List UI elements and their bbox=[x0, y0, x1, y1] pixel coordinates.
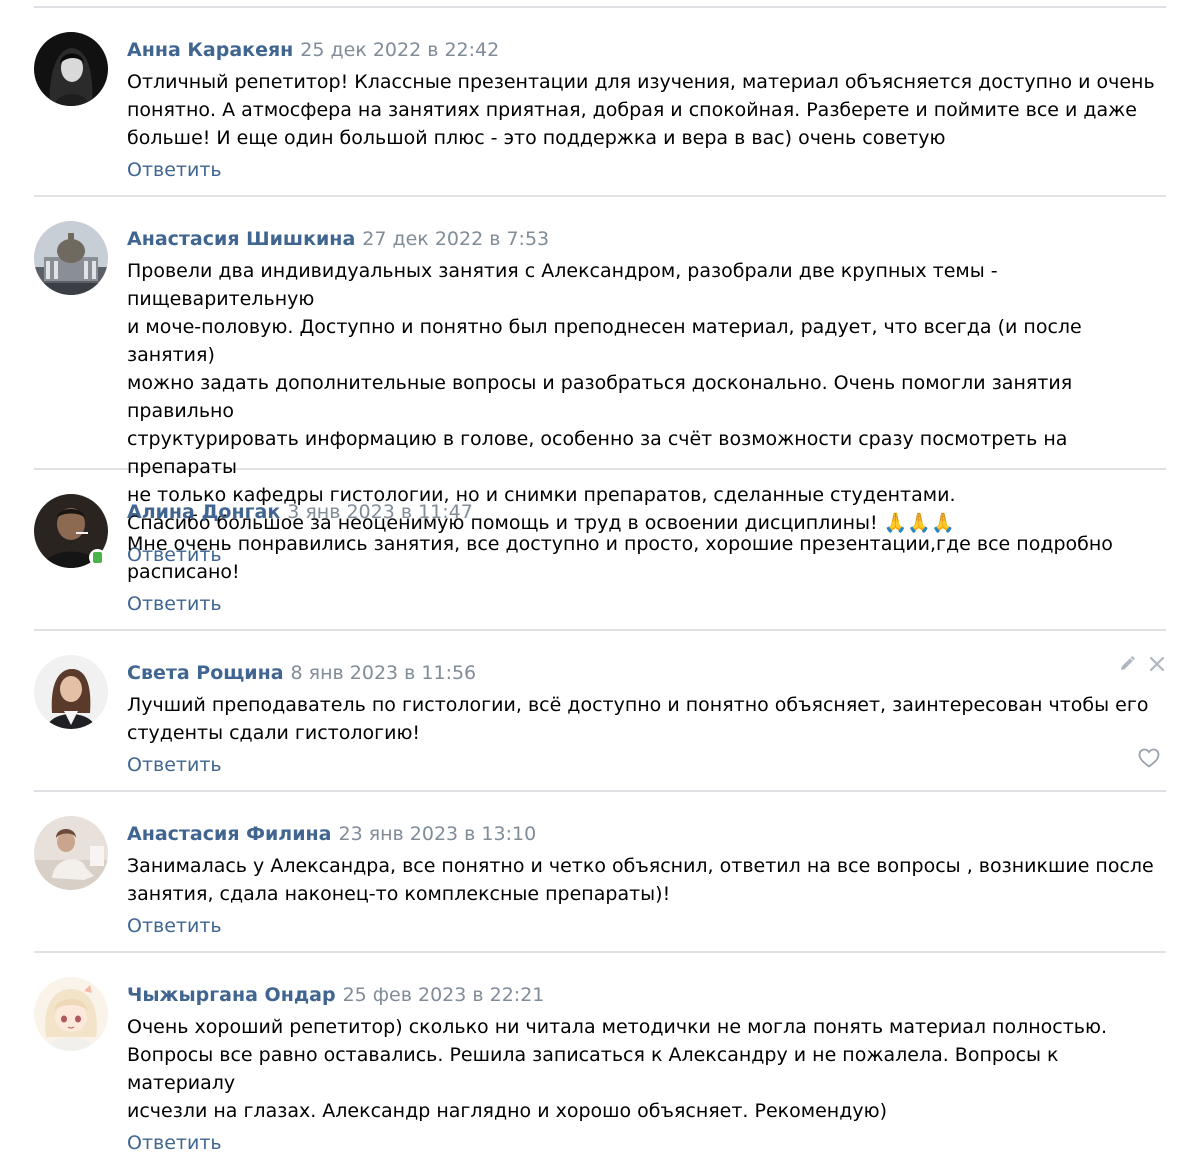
comment-header: Света Рощина 8 янв 2023 в 11:56 bbox=[127, 661, 1166, 685]
reply-link[interactable]: Ответить bbox=[127, 753, 222, 777]
comment-date[interactable]: 3 янв 2023 в 11:47 bbox=[287, 501, 473, 523]
author-link[interactable]: Чыжыргана Ондар bbox=[127, 984, 336, 1006]
comment-actions bbox=[1118, 653, 1166, 675]
comment-header: Алина Донгак 3 янв 2023 в 11:47 bbox=[127, 500, 1166, 524]
comments-list: Анна Каракеян 25 дек 2022 в 22:42 Отличны… bbox=[34, 0, 1166, 1154]
comment-body: Света Рощина 8 янв 2023 в 11:56 Лучший пр… bbox=[127, 661, 1166, 777]
comment-item: Анастасия Шишкина 27 дек 2022 в 7:53 Пров… bbox=[34, 197, 1166, 566]
comment-header: Анна Каракеян 25 дек 2022 в 22:42 bbox=[127, 38, 1166, 62]
comment-text: Занималась у Александра, все понятно и ч… bbox=[127, 855, 1154, 905]
reply-link[interactable]: Ответить bbox=[127, 158, 222, 182]
mobile-online-icon bbox=[89, 549, 106, 566]
comment-date[interactable]: 25 фев 2023 в 22:21 bbox=[343, 984, 545, 1006]
author-link[interactable]: Алина Донгак bbox=[127, 501, 280, 523]
comment-text: Отличный репетитор! Классные презентации… bbox=[127, 71, 1155, 149]
comment-header: Анастасия Филина 23 янв 2023 в 13:10 bbox=[127, 822, 1166, 846]
comment-text: Лучший преподаватель по гистологии, всё … bbox=[127, 694, 1149, 744]
author-link[interactable]: Анна Каракеян bbox=[127, 39, 293, 61]
author-link[interactable]: Анастасия Шишкина bbox=[127, 228, 355, 250]
comment-date[interactable]: 23 янв 2023 в 13:10 bbox=[338, 823, 536, 845]
edit-icon[interactable] bbox=[1118, 655, 1136, 673]
comment-item: Анна Каракеян 25 дек 2022 в 22:42 Отличны… bbox=[34, 8, 1166, 195]
comment-body: Анастасия Филина 23 янв 2023 в 13:10 Зани… bbox=[127, 822, 1166, 938]
author-link[interactable]: Света Рощина bbox=[127, 662, 284, 684]
avatar[interactable] bbox=[34, 221, 108, 295]
reply-link[interactable]: Ответить bbox=[127, 1131, 222, 1155]
comment-body: Алина Донгак 3 янв 2023 в 11:47 Мне очень… bbox=[127, 500, 1166, 616]
author-link[interactable]: Анастасия Филина bbox=[127, 823, 331, 845]
close-icon[interactable] bbox=[1148, 655, 1166, 673]
comment-item: Чыжыргана Ондар 25 фев 2023 в 22:21 Очень… bbox=[34, 953, 1166, 1154]
comment-item: Света Рощина 8 янв 2023 в 11:56 Лучший пр… bbox=[34, 631, 1166, 790]
reply-link[interactable]: Ответить bbox=[127, 592, 222, 616]
heart-icon[interactable] bbox=[1138, 748, 1160, 768]
avatar[interactable] bbox=[34, 977, 108, 1051]
comment-date[interactable]: 8 янв 2023 в 11:56 bbox=[291, 662, 477, 684]
comment-header: Анастасия Шишкина 27 дек 2022 в 7:53 bbox=[127, 227, 1166, 251]
avatar[interactable] bbox=[34, 655, 108, 729]
comment-text: Мне очень понравились занятия, все досту… bbox=[127, 533, 1113, 583]
comment-date[interactable]: 25 дек 2022 в 22:42 bbox=[300, 39, 499, 61]
comment-item: Анастасия Филина 23 янв 2023 в 13:10 Зани… bbox=[34, 792, 1166, 951]
comment-body: Анна Каракеян 25 дек 2022 в 22:42 Отличны… bbox=[127, 38, 1166, 182]
comment-header: Чыжыргана Ондар 25 фев 2023 в 22:21 bbox=[127, 983, 1166, 1007]
comment-date[interactable]: 27 дек 2022 в 7:53 bbox=[362, 228, 549, 250]
comment-text: Очень хороший репетитор) сколько ни чита… bbox=[127, 1016, 1108, 1122]
comment-body: Чыжыргана Ондар 25 фев 2023 в 22:21 Очень… bbox=[127, 983, 1166, 1155]
avatar[interactable] bbox=[34, 32, 108, 106]
comment-item: Алина Донгак 3 янв 2023 в 11:47 Мне очень… bbox=[34, 470, 1166, 629]
reply-link[interactable]: Ответить bbox=[127, 914, 222, 938]
avatar[interactable] bbox=[34, 816, 108, 890]
